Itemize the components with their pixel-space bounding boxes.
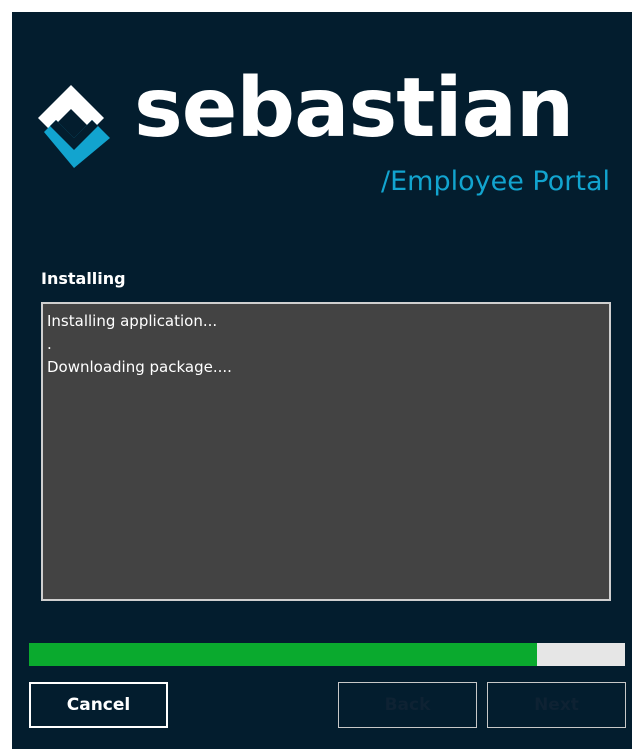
log-line: . (47, 335, 52, 353)
next-button[interactable]: Next (487, 682, 626, 728)
log-line: Downloading package.... (47, 358, 232, 376)
log-line: Installing application... (47, 312, 218, 330)
brand-name: sebastian (134, 61, 574, 156)
install-title: Installing (41, 269, 126, 288)
brand-tagline: /Employee Portal (381, 166, 610, 197)
progress-fill (29, 643, 538, 666)
install-progress-bar (29, 643, 625, 666)
installer-window: sebastian /Employee Portal Installing In… (12, 12, 632, 749)
install-log[interactable]: Installing application... . Downloading … (41, 302, 611, 601)
diamond-chevron-logo-icon (38, 85, 110, 168)
cancel-button[interactable]: Cancel (29, 682, 168, 728)
back-button[interactable]: Back (338, 682, 477, 728)
